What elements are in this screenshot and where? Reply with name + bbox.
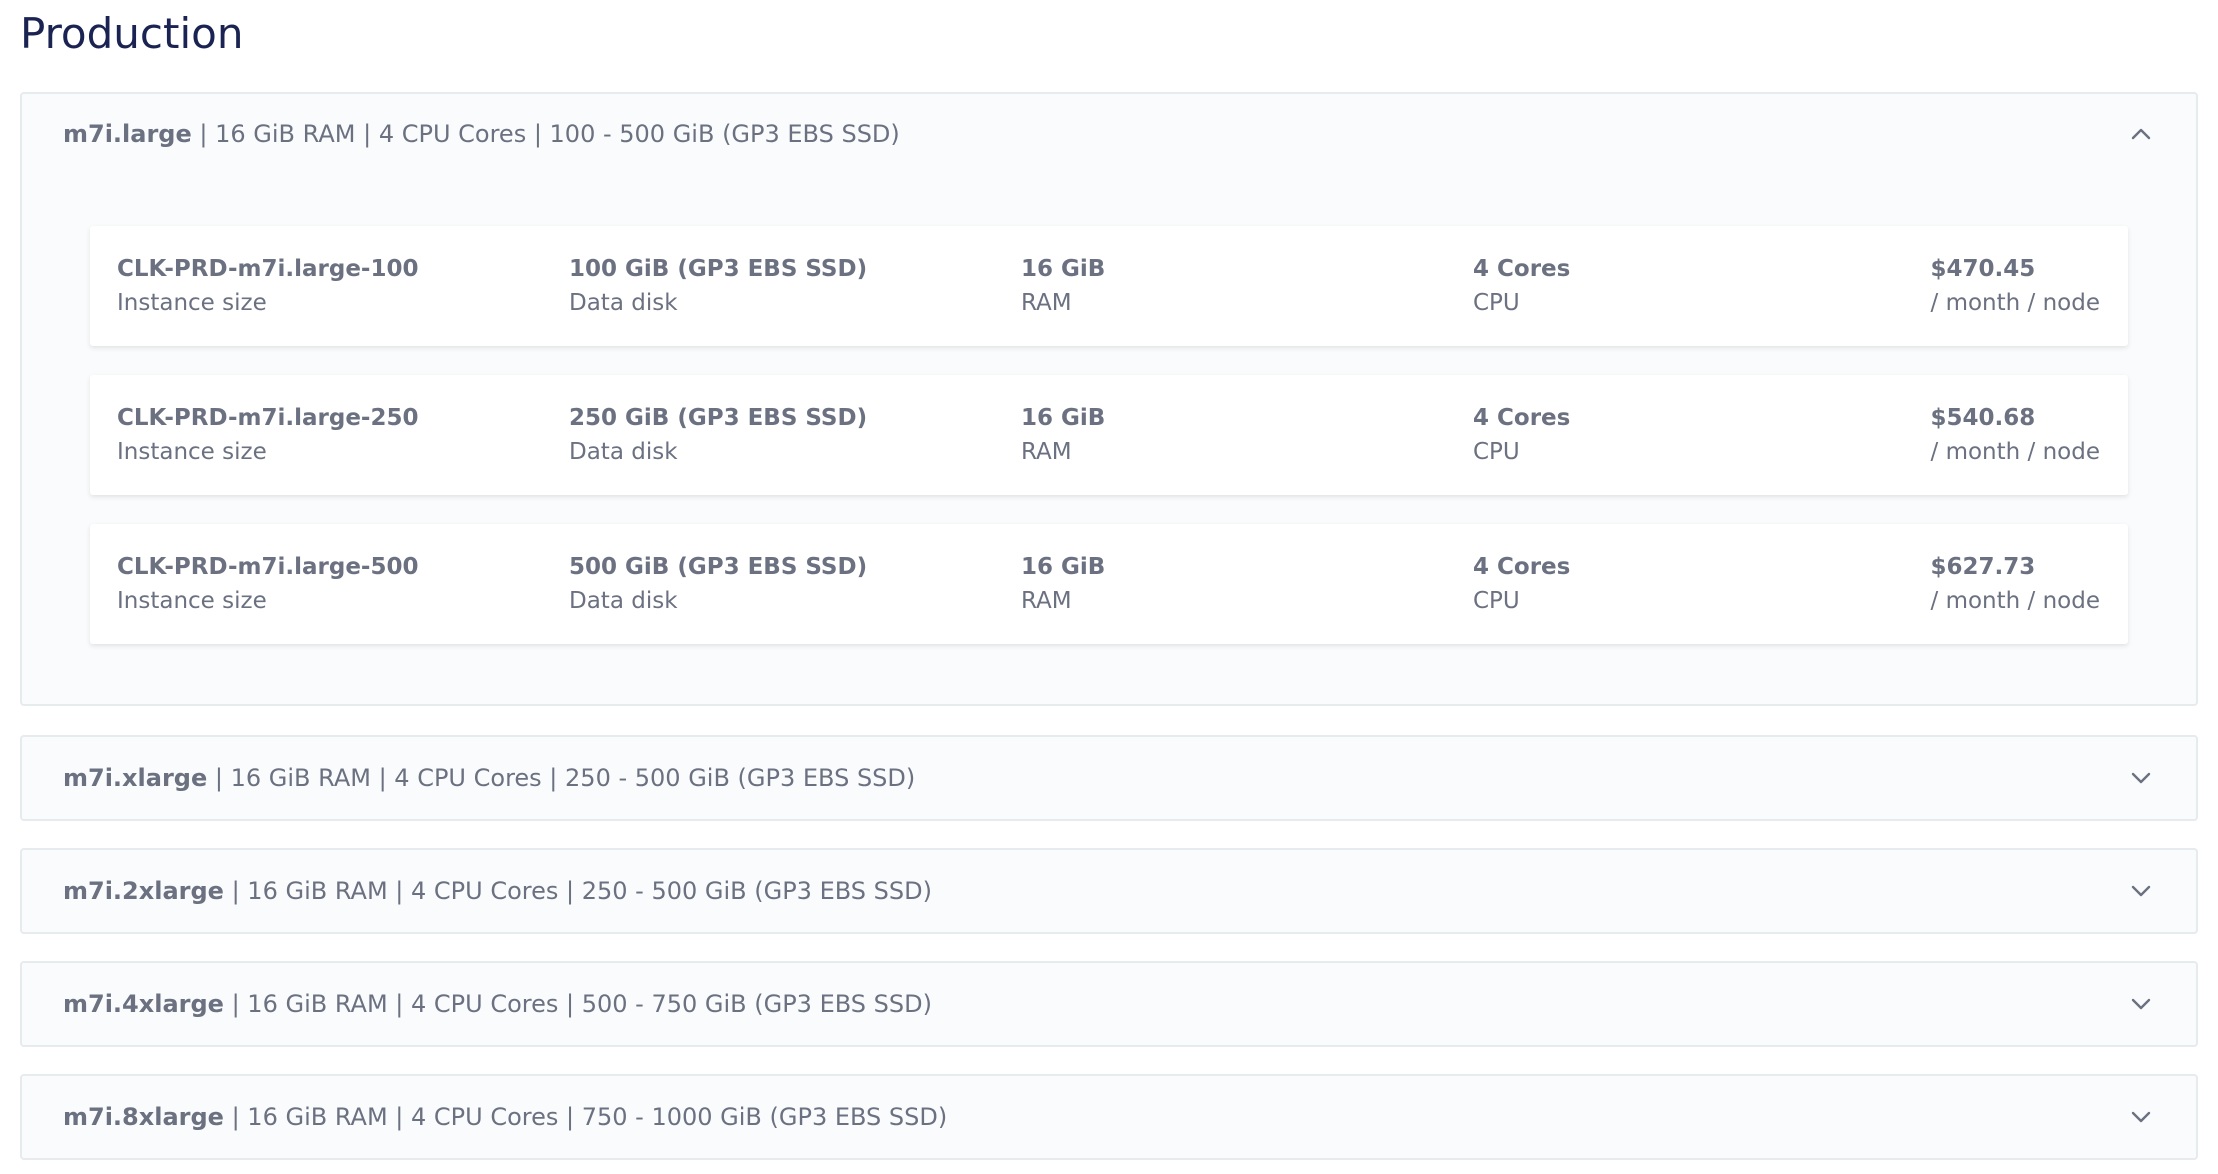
cpu-label: CPU xyxy=(1473,588,1520,614)
instance-group-m7i-xlarge: m7i.xlarge | 16 GiB RAM | 4 CPU Cores | … xyxy=(20,735,2198,821)
page-title: Production xyxy=(20,9,244,58)
group-name: m7i.8xlarge xyxy=(63,1103,224,1131)
price-label: / month / node xyxy=(1930,439,2100,465)
price-value: $627.73 xyxy=(1930,554,2036,580)
group-title: m7i.8xlarge | 16 GiB RAM | 4 CPU Cores |… xyxy=(63,1103,2126,1131)
group-header[interactable]: m7i.xlarge | 16 GiB RAM | 4 CPU Cores | … xyxy=(22,737,2196,819)
ram-cell: 16 GiB RAM xyxy=(1021,401,1473,469)
ram-value: 16 GiB xyxy=(1021,405,1106,431)
group-title: m7i.large | 16 GiB RAM | 4 CPU Cores | 1… xyxy=(63,120,2126,148)
data-disk-value: 100 GiB (GP3 EBS SSD) xyxy=(569,256,868,282)
ram-cell: 16 GiB RAM xyxy=(1021,550,1473,618)
cpu-cell: 4 Cores CPU xyxy=(1473,252,1925,320)
data-disk-label: Data disk xyxy=(569,439,678,465)
chevron-down-icon[interactable] xyxy=(2126,763,2156,793)
chevron-up-icon[interactable] xyxy=(2126,119,2156,149)
group-header[interactable]: m7i.8xlarge | 16 GiB RAM | 4 CPU Cores |… xyxy=(22,1076,2196,1158)
data-disk-label: Data disk xyxy=(569,290,678,316)
instance-size-label: Instance size xyxy=(117,439,267,465)
group-title: m7i.4xlarge | 16 GiB RAM | 4 CPU Cores |… xyxy=(63,990,2126,1018)
group-title: m7i.xlarge | 16 GiB RAM | 4 CPU Cores | … xyxy=(63,764,2126,792)
ram-cell: 16 GiB RAM xyxy=(1021,252,1473,320)
ram-value: 16 GiB xyxy=(1021,256,1106,282)
instance-group-m7i-large: m7i.large | 16 GiB RAM | 4 CPU Cores | 1… xyxy=(20,92,2198,706)
ram-value: 16 GiB xyxy=(1021,554,1106,580)
ram-label: RAM xyxy=(1021,439,1072,465)
instance-cell: CLK-PRD-m7i.large-100 Instance size xyxy=(117,252,569,320)
instance-row[interactable]: CLK-PRD-m7i.large-500 Instance size 500 G… xyxy=(90,524,2128,644)
instance-size-value: CLK-PRD-m7i.large-250 xyxy=(117,405,419,431)
instance-size-value: CLK-PRD-m7i.large-500 xyxy=(117,554,419,580)
instance-size-value: CLK-PRD-m7i.large-100 xyxy=(117,256,419,282)
group-name: m7i.2xlarge xyxy=(63,877,224,905)
cpu-value: 4 Cores xyxy=(1473,405,1571,431)
price-value: $470.45 xyxy=(1930,256,2036,282)
group-title: m7i.2xlarge | 16 GiB RAM | 4 CPU Cores |… xyxy=(63,877,2126,905)
cpu-label: CPU xyxy=(1473,439,1520,465)
instance-list: CLK-PRD-m7i.large-100 Instance size 100 G… xyxy=(22,174,2196,686)
instance-row[interactable]: CLK-PRD-m7i.large-250 Instance size 250 G… xyxy=(90,375,2128,495)
price-cell: $470.45 / month / node xyxy=(1925,252,2100,320)
chevron-down-icon[interactable] xyxy=(2126,876,2156,906)
instance-group-m7i-2xlarge: m7i.2xlarge | 16 GiB RAM | 4 CPU Cores |… xyxy=(20,848,2198,934)
data-disk-value: 250 GiB (GP3 EBS SSD) xyxy=(569,405,868,431)
ram-label: RAM xyxy=(1021,290,1072,316)
group-header[interactable]: m7i.4xlarge | 16 GiB RAM | 4 CPU Cores |… xyxy=(22,963,2196,1045)
group-specs: | 16 GiB RAM | 4 CPU Cores | 750 - 1000 … xyxy=(231,1103,948,1131)
group-specs: | 16 GiB RAM | 4 CPU Cores | 100 - 500 G… xyxy=(199,120,900,148)
cpu-cell: 4 Cores CPU xyxy=(1473,401,1925,469)
instance-cell: CLK-PRD-m7i.large-500 Instance size xyxy=(117,550,569,618)
instance-cell: CLK-PRD-m7i.large-250 Instance size xyxy=(117,401,569,469)
data-disk-label: Data disk xyxy=(569,588,678,614)
group-specs: | 16 GiB RAM | 4 CPU Cores | 500 - 750 G… xyxy=(231,990,932,1018)
page: Production m7i.large | 16 GiB RAM | 4 CP… xyxy=(0,0,2218,1174)
instance-group-m7i-4xlarge: m7i.4xlarge | 16 GiB RAM | 4 CPU Cores |… xyxy=(20,961,2198,1047)
group-specs: | 16 GiB RAM | 4 CPU Cores | 250 - 500 G… xyxy=(214,764,916,792)
instance-group-m7i-8xlarge: m7i.8xlarge | 16 GiB RAM | 4 CPU Cores |… xyxy=(20,1074,2198,1160)
price-cell: $540.68 / month / node xyxy=(1925,401,2100,469)
cpu-label: CPU xyxy=(1473,290,1520,316)
group-name: m7i.4xlarge xyxy=(63,990,224,1018)
disk-cell: 250 GiB (GP3 EBS SSD) Data disk xyxy=(569,401,1021,469)
cpu-value: 4 Cores xyxy=(1473,554,1571,580)
price-value: $540.68 xyxy=(1930,405,2036,431)
chevron-down-icon[interactable] xyxy=(2126,1102,2156,1132)
instance-row[interactable]: CLK-PRD-m7i.large-100 Instance size 100 G… xyxy=(90,226,2128,346)
group-header[interactable]: m7i.large | 16 GiB RAM | 4 CPU Cores | 1… xyxy=(22,94,2196,174)
price-label: / month / node xyxy=(1930,588,2100,614)
price-cell: $627.73 / month / node xyxy=(1925,550,2100,618)
group-specs: | 16 GiB RAM | 4 CPU Cores | 250 - 500 G… xyxy=(231,877,932,905)
disk-cell: 100 GiB (GP3 EBS SSD) Data disk xyxy=(569,252,1021,320)
chevron-down-icon[interactable] xyxy=(2126,989,2156,1019)
instance-size-label: Instance size xyxy=(117,290,267,316)
price-label: / month / node xyxy=(1930,290,2100,316)
ram-label: RAM xyxy=(1021,588,1072,614)
group-name: m7i.large xyxy=(63,120,192,148)
instance-size-label: Instance size xyxy=(117,588,267,614)
group-header[interactable]: m7i.2xlarge | 16 GiB RAM | 4 CPU Cores |… xyxy=(22,850,2196,932)
cpu-cell: 4 Cores CPU xyxy=(1473,550,1925,618)
data-disk-value: 500 GiB (GP3 EBS SSD) xyxy=(569,554,868,580)
cpu-value: 4 Cores xyxy=(1473,256,1571,282)
disk-cell: 500 GiB (GP3 EBS SSD) Data disk xyxy=(569,550,1021,618)
group-name: m7i.xlarge xyxy=(63,764,208,792)
